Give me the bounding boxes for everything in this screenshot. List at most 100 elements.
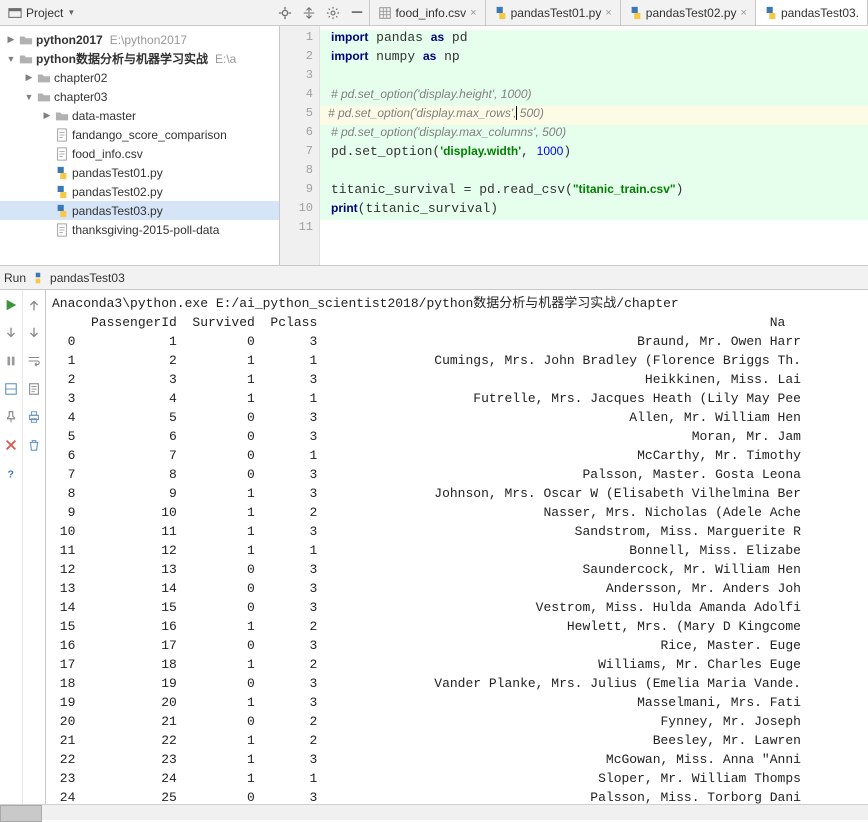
expand-icon[interactable] (42, 168, 52, 178)
tree-node[interactable]: ▶ chapter02 (0, 68, 279, 87)
python-icon (32, 272, 44, 284)
node-label: data-master (72, 109, 136, 123)
line-number: 3 (280, 68, 319, 87)
code-line[interactable]: import numpy as np (320, 49, 868, 68)
close-icon[interactable]: × (605, 7, 611, 19)
up-button[interactable] (25, 296, 43, 314)
settings-gear-icon[interactable] (321, 1, 345, 25)
editor-tab[interactable]: pandasTest03. (756, 0, 868, 25)
code-line[interactable]: print(titanic_survival) (320, 201, 868, 220)
tree-node[interactable]: fandango_score_comparison (0, 125, 279, 144)
tab-label: food_info.csv (395, 6, 466, 20)
close-icon[interactable]: × (470, 7, 476, 19)
run-config: pandasTest03 (50, 271, 125, 285)
tree-node[interactable]: ▼ python数据分析与机器学习实战 E:\a (0, 49, 279, 68)
tree-node[interactable]: pandasTest03.py (0, 201, 279, 220)
line-number: 4 (280, 87, 319, 106)
locate-icon[interactable] (273, 1, 297, 25)
expand-icon[interactable]: ▶ (6, 35, 16, 45)
help-button[interactable]: ? (2, 464, 20, 482)
code-line[interactable] (320, 220, 868, 239)
expand-icon[interactable] (42, 206, 52, 216)
expand-icon[interactable]: ▼ (24, 92, 34, 102)
tree-node[interactable]: ▼ chapter03 (0, 87, 279, 106)
pause-button[interactable] (2, 352, 20, 370)
line-number: 8 (280, 163, 319, 182)
node-label: food_info.csv (72, 147, 143, 161)
py-icon (764, 6, 777, 19)
code-line[interactable] (320, 163, 868, 182)
line-number: 7 (280, 144, 319, 163)
csv-icon (378, 6, 391, 19)
expand-icon[interactable] (42, 130, 52, 140)
editor-tab[interactable]: food_info.csv × (370, 0, 485, 25)
expand-icon[interactable]: ▶ (42, 111, 52, 121)
line-gutter: 1234567891011 (280, 26, 320, 265)
close-icon[interactable]: × (741, 7, 747, 19)
node-path: E:\python2017 (110, 33, 187, 47)
code-line[interactable]: import pandas as pd (320, 30, 868, 49)
node-label: pandasTest03.py (72, 204, 163, 218)
main-area: ▶python2017E:\python2017 ▼ python数据分析与机器学习… (0, 26, 868, 266)
tree-node[interactable]: food_info.csv (0, 144, 279, 163)
down-button-2[interactable] (25, 324, 43, 342)
tab-label: pandasTest03. (781, 6, 859, 20)
tree-node[interactable]: thanksgiving-2015-poll-data (0, 220, 279, 239)
py-icon (629, 6, 642, 19)
project-label: Project (26, 6, 63, 20)
tree-node[interactable]: ▶ data-master (0, 106, 279, 125)
line-number: 1 (280, 30, 319, 49)
project-tree[interactable]: ▶python2017E:\python2017 ▼ python数据分析与机器学习… (0, 26, 280, 265)
run-play-button[interactable] (2, 296, 20, 314)
scroll-end-button[interactable] (25, 380, 43, 398)
editor-tab[interactable]: pandasTest01.py× (486, 0, 621, 25)
tree-node[interactable]: pandasTest01.py (0, 163, 279, 182)
code-editor[interactable]: import pandas as pdimport numpy as np # p… (320, 26, 868, 265)
tree-node[interactable]: pandasTest02.py (0, 182, 279, 201)
layout-button[interactable] (2, 380, 20, 398)
run-bar: Run pandasTest03 (0, 266, 868, 290)
expand-icon[interactable]: ▼ (6, 54, 16, 64)
code-line[interactable]: # pd.set_option('display.max_rows', 500) (320, 106, 868, 125)
console-output[interactable]: Anaconda3\python.exe E:/ai_python_scient… (46, 290, 868, 820)
hide-panel-icon[interactable] (345, 1, 369, 25)
softwrap-button[interactable] (25, 352, 43, 370)
pin-button[interactable] (2, 408, 20, 426)
expand-icon[interactable] (42, 225, 52, 235)
node-label: python数据分析与机器学习实战 (36, 50, 208, 67)
code-line[interactable] (320, 68, 868, 87)
tab-label: pandasTest01.py (511, 6, 602, 20)
line-number: 9 (280, 182, 319, 201)
line-number: 5 (280, 106, 319, 125)
code-line[interactable]: titanic_survival = pd.read_csv("titanic_… (320, 182, 868, 201)
print-button[interactable] (25, 408, 43, 426)
project-icon (8, 6, 22, 20)
node-label: thanksgiving-2015-poll-data (72, 223, 219, 237)
code-line[interactable]: # pd.set_option('display.height', 1000) (320, 87, 868, 106)
expand-icon[interactable]: ▶ (24, 73, 34, 83)
down-button[interactable] (2, 324, 20, 342)
node-path: E:\a (215, 52, 236, 66)
chevron-down-icon: ▼ (67, 8, 75, 17)
line-number: 6 (280, 125, 319, 144)
line-number: 2 (280, 49, 319, 68)
node-label: pandasTest02.py (72, 185, 163, 199)
svg-text:?: ? (8, 468, 14, 480)
output-area: ? Anaconda3\python.exe E:/ai_python_scie… (0, 290, 868, 820)
trash-button[interactable] (25, 436, 43, 454)
horizontal-scrollbar[interactable] (0, 804, 868, 820)
code-line[interactable]: # pd.set_option('display.max_columns', 5… (320, 125, 868, 144)
code-line[interactable]: pd.set_option('display.width', 1000) (320, 144, 868, 163)
node-label: chapter03 (54, 90, 107, 104)
node-label: fandango_score_comparison (72, 128, 227, 142)
line-number: 10 (280, 201, 319, 220)
close-x-button[interactable] (2, 436, 20, 454)
tab-label: pandasTest02.py (646, 6, 737, 20)
collapse-icon[interactable] (297, 1, 321, 25)
expand-icon[interactable] (42, 149, 52, 159)
project-dropdown[interactable]: Project ▼ (0, 4, 83, 22)
editor-tab[interactable]: pandasTest02.py × (621, 0, 756, 25)
tree-node[interactable]: ▶python2017E:\python2017 (0, 30, 279, 49)
node-label: chapter02 (54, 71, 107, 85)
expand-icon[interactable] (42, 187, 52, 197)
